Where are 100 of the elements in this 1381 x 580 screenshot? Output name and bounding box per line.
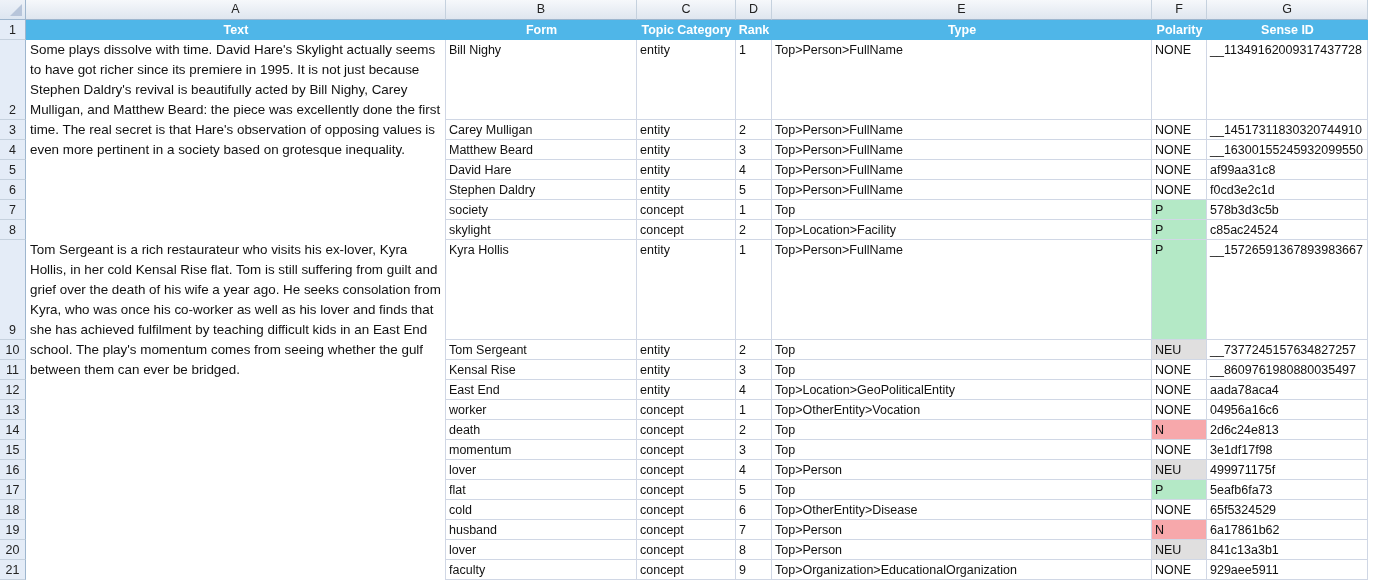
category-cell: concept [637, 560, 736, 580]
column-header[interactable]: G [1207, 0, 1368, 20]
row-number[interactable]: 7 [0, 200, 26, 220]
row-number[interactable]: 10 [0, 340, 26, 360]
select-all-corner[interactable] [0, 0, 26, 20]
column-header[interactable]: D [736, 0, 772, 20]
header-cell: Rank [736, 20, 772, 40]
rank-cell: 4 [736, 380, 772, 400]
sense-id-cell: __15726591367893983667 [1207, 240, 1368, 340]
row-number[interactable]: 2 [0, 40, 26, 120]
column-header[interactable]: F [1152, 0, 1207, 20]
category-cell: entity [637, 160, 736, 180]
form-cell: faculty [446, 560, 637, 580]
row-number[interactable]: 14 [0, 420, 26, 440]
category-cell: concept [637, 480, 736, 500]
polarity-cell: P [1152, 220, 1207, 240]
rank-cell: 4 [736, 460, 772, 480]
column-header[interactable]: E [772, 0, 1152, 20]
type-cell: Top [772, 420, 1152, 440]
row-number[interactable]: 20 [0, 540, 26, 560]
type-cell: Top>Person>FullName [772, 160, 1152, 180]
row-number[interactable]: 9 [0, 240, 26, 340]
sense-id-cell: 04956a16c6 [1207, 400, 1368, 420]
form-cell: Carey Mulligan [446, 120, 637, 140]
category-cell: concept [637, 460, 736, 480]
polarity-cell: NONE [1152, 360, 1207, 380]
header-cell: Text [26, 20, 446, 40]
polarity-cell: NEU [1152, 340, 1207, 360]
sense-id-cell: c85ac24524 [1207, 220, 1368, 240]
form-cell: Bill Nighy [446, 40, 637, 120]
category-cell: entity [637, 240, 736, 340]
sense-id-cell: 499971175f [1207, 460, 1368, 480]
row-number[interactable]: 3 [0, 120, 26, 140]
form-cell: lover [446, 540, 637, 560]
category-cell: concept [637, 540, 736, 560]
polarity-cell: NONE [1152, 160, 1207, 180]
row-number[interactable]: 17 [0, 480, 26, 500]
rank-cell: 1 [736, 400, 772, 420]
rank-cell: 8 [736, 540, 772, 560]
rank-cell: 2 [736, 420, 772, 440]
type-cell: Top>Organization>EducationalOrganization [772, 560, 1152, 580]
rank-cell: 5 [736, 480, 772, 500]
rank-cell: 2 [736, 120, 772, 140]
category-cell: entity [637, 40, 736, 120]
form-cell: skylight [446, 220, 637, 240]
row-number[interactable]: 19 [0, 520, 26, 540]
sense-id-cell: __14517311830320744910 [1207, 120, 1368, 140]
row-number[interactable]: 5 [0, 160, 26, 180]
form-cell: society [446, 200, 637, 220]
form-cell: flat [446, 480, 637, 500]
form-cell: worker [446, 400, 637, 420]
row-number[interactable]: 1 [0, 20, 26, 40]
sense-id-cell: 578b3d3c5b [1207, 200, 1368, 220]
type-cell: Top>Person [772, 520, 1152, 540]
type-cell: Top>Person>FullName [772, 40, 1152, 120]
sense-id-cell: 929aee5911 [1207, 560, 1368, 580]
form-cell: Matthew Beard [446, 140, 637, 160]
type-cell: Top [772, 360, 1152, 380]
form-cell: Stephen Daldry [446, 180, 637, 200]
sense-id-cell: 5eafb6fa73 [1207, 480, 1368, 500]
row-number[interactable]: 16 [0, 460, 26, 480]
column-header[interactable]: B [446, 0, 637, 20]
row-number[interactable]: 15 [0, 440, 26, 460]
sense-id-cell: 2d6c24e813 [1207, 420, 1368, 440]
form-cell: lover [446, 460, 637, 480]
column-header[interactable]: C [637, 0, 736, 20]
row-number[interactable]: 8 [0, 220, 26, 240]
header-cell: Polarity [1152, 20, 1207, 40]
column-header[interactable]: A [26, 0, 446, 20]
form-cell: Tom Sergeant [446, 340, 637, 360]
rank-cell: 7 [736, 520, 772, 540]
sense-id-cell: 6a17861b62 [1207, 520, 1368, 540]
type-cell: Top>OtherEntity>Vocation [772, 400, 1152, 420]
sense-id-cell: __7377245157634827257 [1207, 340, 1368, 360]
category-cell: entity [637, 180, 736, 200]
rank-cell: 2 [736, 220, 772, 240]
row-number[interactable]: 12 [0, 380, 26, 400]
polarity-cell: NEU [1152, 540, 1207, 560]
category-cell: entity [637, 120, 736, 140]
category-cell: concept [637, 520, 736, 540]
type-cell: Top>Person [772, 460, 1152, 480]
row-number[interactable]: 11 [0, 360, 26, 380]
sense-id-cell: f0cd3e2c1d [1207, 180, 1368, 200]
corner-triangle-icon [9, 3, 23, 17]
row-number[interactable]: 18 [0, 500, 26, 520]
rank-cell: 3 [736, 360, 772, 380]
row-number[interactable]: 6 [0, 180, 26, 200]
rank-cell: 1 [736, 240, 772, 340]
category-cell: concept [637, 220, 736, 240]
polarity-cell: P [1152, 480, 1207, 500]
polarity-cell: P [1152, 200, 1207, 220]
polarity-cell: N [1152, 520, 1207, 540]
type-cell: Top>OtherEntity>Disease [772, 500, 1152, 520]
form-cell: death [446, 420, 637, 440]
category-cell: entity [637, 140, 736, 160]
row-number[interactable]: 21 [0, 560, 26, 580]
type-cell: Top>Location>Facility [772, 220, 1152, 240]
row-number[interactable]: 4 [0, 140, 26, 160]
row-number[interactable]: 13 [0, 400, 26, 420]
polarity-cell: NONE [1152, 560, 1207, 580]
